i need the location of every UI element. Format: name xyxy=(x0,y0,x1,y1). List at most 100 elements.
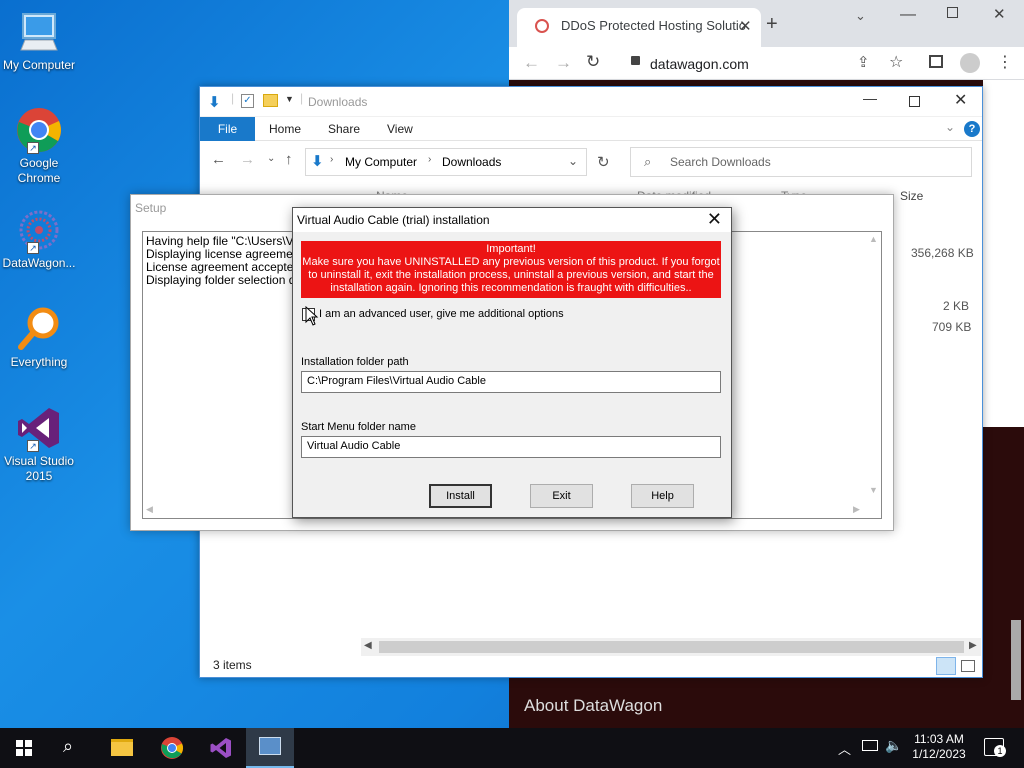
favicon-icon xyxy=(535,19,549,33)
recent-dropdown-icon[interactable]: ⌄ xyxy=(267,153,275,164)
install-button[interactable]: Install xyxy=(429,484,492,508)
desktop-icon-label: Everything xyxy=(10,355,68,369)
minimize-icon[interactable]: — xyxy=(900,6,916,24)
forward-icon[interactable]: → xyxy=(555,53,572,73)
breadcrumb-my-computer[interactable]: My Computer xyxy=(345,155,417,169)
desktop-icon-label: DataWagon... xyxy=(2,256,76,270)
chrome-tab-title: DDoS Protected Hosting Solutio xyxy=(561,18,746,33)
clock[interactable]: 11:03 AM 1/12/2023 xyxy=(906,732,972,762)
scroll-left-icon[interactable]: ◀ xyxy=(146,504,153,515)
ribbon-tab-share[interactable]: Share xyxy=(328,117,360,141)
scroll-thumb[interactable] xyxy=(379,641,964,653)
bookmark-star-icon[interactable]: ☆ xyxy=(889,52,903,72)
dialog-title: Virtual Audio Cable (trial) installation xyxy=(297,213,490,227)
log-line: Displaying folder selection dialo xyxy=(146,273,315,287)
address-bar[interactable]: ⬇ › My Computer › Downloads ⌄ xyxy=(305,148,587,176)
chrome-tab[interactable]: DDoS Protected Hosting Solutio ✕ xyxy=(517,8,761,47)
desktop-icon-google-chrome[interactable]: ↗ Google Chrome xyxy=(2,106,76,186)
taskbar-file-explorer[interactable] xyxy=(98,728,146,768)
scroll-left-icon[interactable]: ◀ xyxy=(364,640,372,651)
close-icon[interactable]: ✕ xyxy=(954,90,967,110)
refresh-icon[interactable]: ↻ xyxy=(597,153,610,171)
divider: | xyxy=(300,91,304,105)
ribbon-tab-view[interactable]: View xyxy=(387,117,413,141)
magnifier-icon xyxy=(15,305,63,353)
volume-muted-icon[interactable]: 🔈 xyxy=(885,737,902,754)
tray-overflow-icon[interactable]: ︿ xyxy=(838,739,851,758)
vac-install-dialog: Virtual Audio Cable (trial) installation… xyxy=(292,207,732,518)
details-view-icon[interactable] xyxy=(936,657,956,675)
breadcrumb-sep-icon: › xyxy=(330,154,334,165)
profile-icon[interactable] xyxy=(960,53,980,73)
taskbar-setup[interactable] xyxy=(246,728,294,768)
side-panel-icon[interactable] xyxy=(929,55,943,68)
datawagon-icon: ↗ xyxy=(15,206,63,254)
page-link-about[interactable]: About DataWagon xyxy=(524,696,662,716)
menu-dots-icon[interactable]: ⋮ xyxy=(997,52,1013,72)
minimize-icon[interactable]: — xyxy=(863,90,877,106)
ribbon-tab-home[interactable]: Home xyxy=(269,117,301,141)
tab-search-icon[interactable]: ⌄ xyxy=(855,8,866,24)
start-button[interactable] xyxy=(0,728,48,768)
qat-dropdown-icon[interactable]: ▼ xyxy=(285,94,294,104)
maximize-icon[interactable] xyxy=(909,96,920,107)
taskbar-chrome[interactable] xyxy=(148,728,196,768)
taskbar-search[interactable]: ⌕ xyxy=(48,728,96,768)
taskbar-visual-studio[interactable] xyxy=(197,728,245,768)
address-dropdown-icon[interactable]: ⌄ xyxy=(568,154,578,168)
warning-line: Make sure you have UNINSTALLED any previ… xyxy=(302,256,720,268)
new-tab-icon[interactable]: + xyxy=(766,13,778,36)
visual-studio-icon xyxy=(210,738,231,758)
address-bar[interactable]: datawagon.com xyxy=(621,50,921,78)
visual-studio-icon: ↗ xyxy=(15,404,63,452)
close-icon[interactable]: ✕ xyxy=(707,210,722,228)
large-icons-view-icon[interactable] xyxy=(961,660,975,672)
share-icon[interactable]: ⇪ xyxy=(857,53,870,71)
back-icon[interactable]: ← xyxy=(523,53,540,73)
back-icon[interactable]: ← xyxy=(211,151,226,168)
chrome-tabbar: DDoS Protected Hosting Solutio ✕ + ⌄ — ✕ xyxy=(509,0,1024,47)
clock-date: 1/12/2023 xyxy=(912,747,966,761)
horizontal-scrollbar[interactable]: ◀ ▶ xyxy=(361,638,981,656)
shortcut-arrow-icon: ↗ xyxy=(27,242,39,254)
breadcrumb-sep-icon: › xyxy=(428,154,432,165)
network-icon[interactable] xyxy=(862,740,878,751)
desktop-icon-my-computer[interactable]: My Computer xyxy=(2,8,76,73)
install-path-input[interactable]: C:\Program Files\Virtual Audio Cable xyxy=(301,371,721,393)
file-size: 356,268 KB xyxy=(911,246,974,260)
search-input[interactable]: ⌕ Search Downloads xyxy=(630,147,972,177)
scroll-down-icon[interactable]: ▼ xyxy=(869,485,878,495)
reload-icon[interactable]: ↻ xyxy=(586,52,600,72)
tab-close-icon[interactable]: ✕ xyxy=(739,17,752,35)
help-button[interactable]: Help xyxy=(631,484,694,508)
desktop-icon-datawagon[interactable]: ↗ DataWagon... xyxy=(2,206,76,271)
advanced-checkbox-label[interactable]: I am an advanced user, give me additiona… xyxy=(319,308,564,320)
properties-icon[interactable]: ✓ xyxy=(241,94,254,108)
exit-button[interactable]: Exit xyxy=(530,484,593,508)
new-folder-icon[interactable] xyxy=(263,94,278,107)
up-icon[interactable]: ↑ xyxy=(285,151,293,168)
scroll-right-icon[interactable]: ▶ xyxy=(969,640,977,651)
notification-icon[interactable]: 1 xyxy=(984,738,1006,757)
clock-time: 11:03 AM xyxy=(914,732,964,746)
column-header-size[interactable]: Size xyxy=(900,189,923,203)
help-icon[interactable]: ? xyxy=(964,121,980,137)
warning-title: Important! xyxy=(486,243,536,255)
desktop-icon-visual-studio[interactable]: ↗ Visual Studio 2015 xyxy=(2,404,76,484)
ribbon-tab-file[interactable]: File xyxy=(200,117,255,141)
page-white-area xyxy=(983,80,1024,427)
chrome-scrollbar[interactable] xyxy=(1011,620,1021,700)
breadcrumb-downloads[interactable]: Downloads xyxy=(442,155,501,169)
close-icon[interactable]: ✕ xyxy=(993,5,1006,23)
ribbon-expand-icon[interactable]: ⌄ xyxy=(945,120,955,134)
scroll-up-icon[interactable]: ▲ xyxy=(869,234,878,244)
start-menu-input[interactable]: Virtual Audio Cable xyxy=(301,436,721,458)
chrome-toolbar: ← → ↻ datawagon.com ⇪ ☆ ⋮ xyxy=(509,47,1024,80)
scroll-right-icon[interactable]: ▶ xyxy=(853,504,860,515)
maximize-icon[interactable] xyxy=(947,7,958,18)
desktop-icon-everything[interactable]: Everything xyxy=(2,305,76,370)
url-text: datawagon.com xyxy=(650,56,749,72)
forward-icon[interactable]: → xyxy=(240,151,255,168)
file-size: 709 KB xyxy=(932,320,972,334)
search-icon: ⌕ xyxy=(63,736,74,756)
